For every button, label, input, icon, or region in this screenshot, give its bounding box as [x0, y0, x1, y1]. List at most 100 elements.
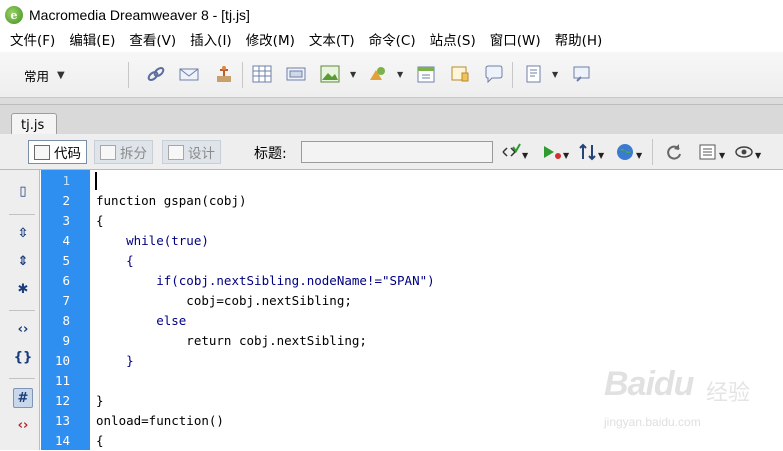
menu-commands[interactable]: 命令(C) — [362, 30, 423, 52]
menu-bar: 文件(F) 编辑(E) 查看(V) 插入(I) 修改(M) 文本(T) 命令(C… — [0, 30, 783, 52]
toolbar-separator — [652, 139, 653, 165]
menu-edit[interactable]: 编辑(E) — [62, 30, 122, 52]
chevron-down-icon[interactable]: ▼ — [563, 151, 569, 160]
tag-chooser-icon[interactable] — [524, 65, 544, 83]
line-number: 3 — [62, 213, 70, 228]
design-view-icon — [168, 144, 184, 160]
document-title-label: 标题: — [254, 146, 287, 162]
line-number: 13 — [54, 413, 70, 428]
code-line: { — [96, 213, 104, 228]
menu-text[interactable]: 文本(T) — [302, 30, 362, 52]
window-title: Macromedia Dreamweaver 8 - [tj.js] — [29, 7, 250, 23]
code-line: if(cobj.nextSibling.nodeName!="SPAN") — [96, 273, 435, 288]
image-icon[interactable] — [320, 65, 340, 83]
insert-category-label: 常用 — [24, 68, 50, 84]
hyperlink-icon[interactable] — [146, 65, 166, 83]
toolbar-separator — [128, 62, 129, 88]
chevron-down-icon[interactable]: ▼ — [350, 70, 356, 79]
balance-braces-icon[interactable]: {} — [13, 348, 33, 368]
snippet-icon[interactable] — [572, 65, 592, 83]
split-view-button[interactable]: 拆分 — [94, 140, 153, 164]
toolbar-separator — [9, 310, 35, 311]
line-numbers-toggle-icon[interactable]: # — [13, 388, 33, 408]
line-number: 8 — [62, 313, 70, 328]
chevron-down-icon[interactable]: ▼ — [598, 151, 604, 160]
code-line: return cobj.nextSibling; — [96, 333, 367, 348]
comment-icon[interactable] — [450, 65, 470, 83]
menu-view[interactable]: 查看(V) — [122, 30, 183, 52]
document-toolbar: 代码 拆分 设计 标题: ▼ ▼ ▼ ▼ ▼ ▼ — [0, 134, 783, 170]
split-view-icon — [100, 144, 116, 160]
menu-site[interactable]: 站点(S) — [423, 30, 483, 52]
validate-markup-icon[interactable] — [501, 143, 521, 161]
layer-icon[interactable] — [286, 65, 306, 83]
file-management-icon[interactable] — [578, 143, 598, 161]
code-view-label: 代码 — [54, 146, 81, 162]
dreamweaver-logo-icon: e — [5, 6, 23, 24]
collapse-selection-icon[interactable]: ⇕ — [13, 252, 33, 272]
code-line: { — [96, 253, 134, 268]
code-line: while(true) — [96, 233, 209, 248]
design-view-label: 设计 — [188, 146, 215, 162]
media-icon[interactable] — [367, 65, 387, 83]
menu-window[interactable]: 窗口(W) — [483, 30, 548, 52]
email-link-icon[interactable] — [179, 65, 199, 83]
code-line: { — [96, 433, 104, 448]
document-title-input[interactable] — [301, 141, 493, 163]
code-line: else — [96, 313, 187, 328]
code-line: onload=function() — [96, 413, 224, 428]
menu-file[interactable]: 文件(F) — [3, 30, 62, 52]
design-view-button[interactable]: 设计 — [162, 140, 221, 164]
open-documents-icon[interactable]: ▯ — [13, 182, 33, 202]
line-number-gutter: 1 2 3 4 5 6 7 8 9 10 11 12 13 14 — [41, 170, 90, 450]
line-number: 5 — [62, 253, 70, 268]
menu-modify[interactable]: 修改(M) — [239, 30, 302, 52]
chevron-down-icon[interactable]: ▼ — [552, 70, 558, 79]
line-number: 10 — [54, 353, 70, 368]
line-number: 1 — [62, 173, 70, 188]
code-view-icon — [34, 144, 50, 160]
insert-category-dropdown[interactable]: 常用 ▼ — [16, 64, 78, 86]
line-number: 11 — [54, 373, 70, 388]
expand-all-icon[interactable]: ✱ — [13, 280, 33, 300]
code-editor[interactable]: function gspan(cobj) { while(true) { if(… — [90, 170, 783, 450]
named-anchor-icon[interactable] — [214, 65, 234, 83]
chevron-down-icon[interactable]: ▼ — [719, 151, 725, 160]
code-line: function gspan(cobj) — [96, 193, 247, 208]
code-line: } — [96, 353, 134, 368]
line-number: 14 — [54, 433, 70, 448]
insert-toolbar: 常用 ▼ ▼ ▼ ▼ — [0, 52, 783, 98]
template-icon[interactable] — [484, 65, 504, 83]
toolbar-separator — [242, 62, 243, 88]
line-number: 12 — [54, 393, 70, 408]
code-view-button[interactable]: 代码 — [28, 140, 87, 164]
code-line: cobj=cobj.nextSibling; — [96, 293, 352, 308]
view-options-icon[interactable] — [698, 143, 718, 161]
menu-insert[interactable]: 插入(I) — [183, 30, 239, 52]
toolbar-separator — [9, 378, 35, 379]
table-icon[interactable] — [252, 65, 272, 83]
line-number: 4 — [62, 233, 70, 248]
chevron-down-icon[interactable]: ▼ — [755, 151, 761, 160]
chevron-down-icon[interactable]: ▼ — [522, 151, 528, 160]
date-icon[interactable] — [416, 65, 436, 83]
chevron-down-icon[interactable]: ▼ — [397, 70, 403, 79]
refresh-icon[interactable] — [664, 143, 684, 161]
collapse-full-tag-icon[interactable]: ⇳ — [13, 224, 33, 244]
line-number: 6 — [62, 273, 70, 288]
coding-toolbar: ▯ ⇳ ⇕ ✱ ‹› {} # ‹› — [0, 170, 40, 450]
line-number: 7 — [62, 293, 70, 308]
split-view-label: 拆分 — [120, 146, 147, 162]
chevron-down-icon: ▼ — [57, 69, 65, 81]
highlight-invalid-code-icon[interactable]: ‹› — [13, 416, 33, 436]
preview-in-browser-icon[interactable] — [615, 143, 635, 161]
select-parent-tag-icon[interactable]: ‹› — [13, 320, 33, 340]
toolbar-separator — [9, 214, 35, 215]
code-line: } — [96, 393, 104, 408]
menu-help[interactable]: 帮助(H) — [548, 30, 610, 52]
debug-icon[interactable] — [542, 143, 562, 161]
visual-aids-icon[interactable] — [734, 143, 754, 161]
chevron-down-icon[interactable]: ▼ — [636, 151, 642, 160]
line-number: 2 — [62, 193, 70, 208]
line-number: 9 — [62, 333, 70, 348]
